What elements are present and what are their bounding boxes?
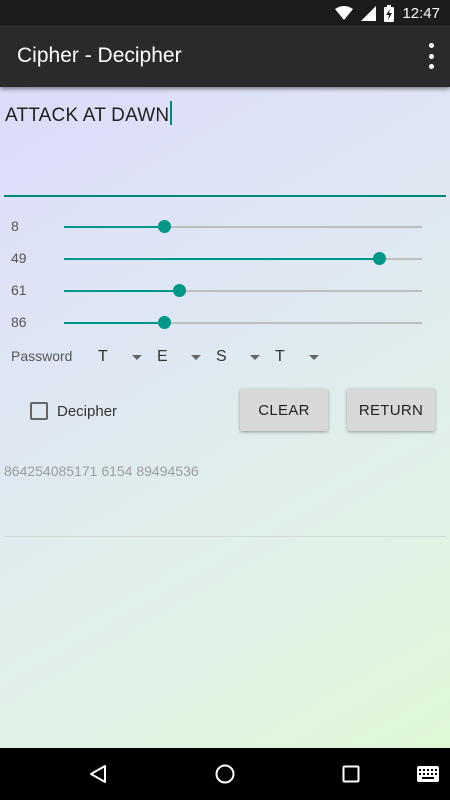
message-input[interactable]: ATTACK AT DAWN: [5, 101, 173, 127]
output-underline: [4, 536, 446, 537]
slider-fill: [64, 258, 380, 260]
signal-icon: [361, 5, 377, 21]
wifi-icon: [335, 6, 354, 20]
slider-track[interactable]: [64, 316, 422, 329]
status-time: 12:47: [402, 4, 440, 22]
decipher-checkbox[interactable]: [30, 402, 48, 420]
slider-row: 61: [0, 280, 450, 302]
spinner-value: T: [98, 348, 108, 365]
slider-thumb[interactable]: [158, 220, 172, 233]
output-text: 864254085171 6154 89494536: [4, 463, 199, 479]
recents-icon[interactable]: [342, 765, 360, 783]
battery-charging-icon: [384, 4, 395, 22]
home-icon[interactable]: [215, 764, 235, 784]
main-content: ATTACK AT DAWN 8 49 61 86 Password T E S…: [0, 87, 450, 748]
text-cursor: [170, 101, 173, 125]
back-icon[interactable]: [88, 764, 108, 784]
slider-row: 86: [0, 312, 450, 334]
spinner-value: S: [216, 348, 227, 365]
slider-track[interactable]: [64, 284, 422, 297]
password-label: Password: [11, 348, 73, 364]
password-letter-spinner[interactable]: E: [157, 346, 213, 370]
password-letter-spinner[interactable]: T: [98, 346, 154, 370]
message-text: ATTACK AT DAWN: [5, 105, 170, 126]
slider-fill: [64, 226, 165, 228]
slider-value: 61: [11, 282, 27, 298]
dropdown-arrow-icon: [191, 355, 201, 360]
slider-value: 49: [11, 250, 27, 266]
slider-row: 8: [0, 216, 450, 238]
slider-track[interactable]: [64, 252, 422, 265]
slider-value: 8: [11, 218, 19, 234]
slider-row: 49: [0, 248, 450, 270]
slider-value: 86: [11, 314, 27, 330]
slider-track[interactable]: [64, 220, 422, 233]
decipher-checkbox-row[interactable]: Decipher: [30, 400, 117, 422]
clear-button[interactable]: CLEAR: [240, 389, 328, 431]
dropdown-arrow-icon: [132, 355, 142, 360]
keyboard-icon[interactable]: [417, 766, 439, 782]
navigation-bar: [0, 748, 450, 800]
password-letter-spinner[interactable]: S: [216, 346, 272, 370]
slider-fill: [64, 322, 165, 324]
return-button[interactable]: RETURN: [347, 389, 435, 431]
spinner-value: E: [157, 348, 168, 365]
status-bar: 12:47: [0, 0, 450, 25]
app-bar: Cipher - Decipher: [0, 25, 450, 87]
app-title: Cipher - Decipher: [17, 44, 182, 67]
password-letter-spinner[interactable]: T: [275, 346, 331, 370]
status-icons: 12:47: [335, 3, 440, 23]
slider-thumb[interactable]: [373, 252, 387, 265]
slider-thumb[interactable]: [158, 316, 172, 329]
dropdown-arrow-icon: [309, 355, 319, 360]
slider-fill: [64, 290, 179, 292]
dropdown-arrow-icon: [250, 355, 260, 360]
spinner-value: T: [275, 348, 285, 365]
password-row: Password T E S T: [0, 346, 450, 370]
message-input-underline: [4, 195, 446, 197]
decipher-label: Decipher: [57, 402, 118, 420]
slider-thumb[interactable]: [172, 284, 186, 297]
overflow-menu-icon[interactable]: [426, 43, 436, 69]
